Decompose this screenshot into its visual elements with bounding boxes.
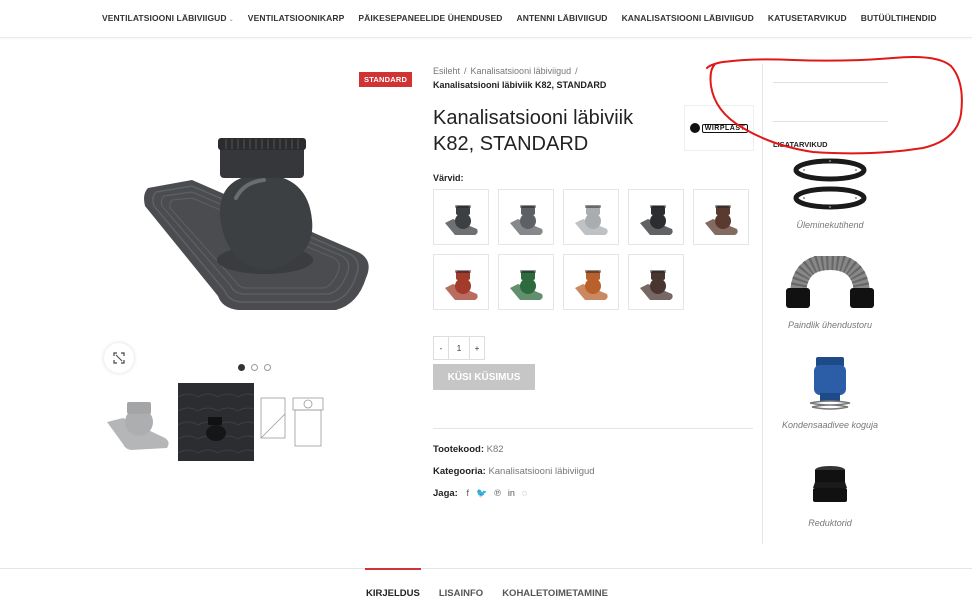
- vent-thumbnail-icon: [445, 270, 478, 300]
- breadcrumb: Esileht / Kanalisatsiooni läbiviigud / Kana…: [433, 66, 606, 90]
- quantity-increase-button[interactable]: +: [469, 336, 485, 360]
- thumbnail-3[interactable]: [256, 383, 332, 461]
- ask-question-button[interactable]: KÜSI KÜSIMUS: [433, 364, 535, 390]
- brand-name: WIRPLAS: [704, 124, 741, 132]
- zoom-button[interactable]: [104, 343, 134, 373]
- color-swatch-silver[interactable]: [563, 189, 619, 245]
- accessory-reducers[interactable]: Reduktorid: [770, 454, 890, 528]
- product-title: Kanalisatsiooni läbiviik K82, STANDARD: [433, 107, 634, 155]
- color-swatch-black[interactable]: [628, 189, 684, 245]
- gallery-thumbnails: [100, 383, 332, 461]
- vent-thumbnail-icon: [510, 270, 543, 300]
- divider: [433, 428, 753, 429]
- nav-item-butyl-seals[interactable]: BUTÜÜLTIHENDID: [861, 13, 937, 23]
- accessory-label[interactable]: Kondensaadivee koguja: [770, 420, 890, 430]
- accessory-label[interactable]: Reduktorid: [770, 518, 890, 528]
- nav-item-sewage[interactable]: KANALISATSIOONI LÄBIVIIGUD: [622, 13, 754, 23]
- brand-logo[interactable]: WIRPLAST: [684, 105, 754, 151]
- nav-item-antenna[interactable]: ANTENNI LÄBIVIIGUD: [517, 13, 608, 23]
- vent-thumbnail-icon: [445, 205, 478, 235]
- sidebar-heading: LISATARVIKUD: [773, 140, 828, 149]
- breadcrumb-current: Kanalisatsiooni läbiviik K82, STANDARD: [433, 80, 607, 90]
- gallery-dots: [238, 364, 271, 371]
- quantity-input[interactable]: 1: [449, 336, 469, 360]
- category-label: Kategooria:: [433, 466, 486, 477]
- nav-item-ventilation-box[interactable]: VENTILATSIOONIKARP: [248, 13, 345, 23]
- breadcrumb-category[interactable]: Kanalisatsiooni läbiviigud: [471, 66, 572, 76]
- product-sku: Tootekood: K82: [433, 444, 504, 455]
- gallery-dot-2[interactable]: [251, 364, 258, 371]
- breadcrumb-separator: /: [464, 66, 467, 76]
- gallery-dot-3[interactable]: [264, 364, 271, 371]
- main-navigation: VENTILATSIOONI LÄBIVIIGUD ⌄ VENTILATSIOON…: [0, 0, 972, 38]
- vent-thumbnail-icon: [575, 270, 608, 300]
- quantity-stepper: - 1 +: [433, 336, 485, 360]
- brand-swoosh-icon: [689, 123, 700, 133]
- product-main-image[interactable]: [140, 128, 375, 318]
- product-share: Jaga: f 🐦 ℗ in ◌: [433, 488, 527, 499]
- twitter-icon[interactable]: 🐦: [476, 488, 487, 499]
- vent-thumbnail-icon: [575, 205, 608, 235]
- sidebar-divider-line: [773, 121, 888, 122]
- breadcrumb-home[interactable]: Esileht: [433, 66, 460, 76]
- tab-shipping[interactable]: KOHALETOIMETAMINE: [502, 588, 608, 599]
- accessory-label[interactable]: Üleminekutihend: [770, 220, 890, 230]
- quantity-decrease-button[interactable]: -: [433, 336, 449, 360]
- category-link[interactable]: Kanalisatsiooni läbiviigud: [488, 466, 594, 477]
- sidebar-divider: [762, 64, 763, 544]
- vent-thumbnail-icon: [510, 205, 543, 235]
- gallery-dot-1[interactable]: [238, 364, 245, 371]
- sku-label: Tootekood:: [433, 444, 485, 455]
- sidebar-divider-line: [773, 82, 888, 83]
- tab-additional-info[interactable]: LISAINFO: [439, 588, 483, 599]
- thumbnail-1[interactable]: [100, 383, 176, 461]
- color-swatch-graphite[interactable]: [433, 189, 489, 245]
- color-swatch-dark-brown[interactable]: [628, 254, 684, 310]
- color-swatch-red[interactable]: [433, 254, 489, 310]
- share-label: Jaga:: [433, 488, 458, 500]
- product-tabs: KIRJELDUS LISAINFO KOHALETOIMETAMINE: [365, 568, 608, 599]
- accessory-condensate-collector[interactable]: Kondensaadivee koguja: [770, 356, 890, 430]
- nav-item-solar-panels[interactable]: PÄIKESEPANEELIDE ÜHENDUSED: [358, 13, 502, 23]
- color-swatch-brown[interactable]: [693, 189, 749, 245]
- chevron-down-icon: ⌄: [228, 17, 234, 23]
- vent-thumbnail-icon: [640, 205, 673, 235]
- facebook-icon[interactable]: f: [466, 488, 469, 499]
- expand-icon: [113, 352, 125, 364]
- colors-label: Värvid:: [433, 173, 464, 183]
- sku-value: K82: [486, 444, 504, 455]
- color-swatch-green[interactable]: [498, 254, 554, 310]
- whatsapp-icon[interactable]: ◌: [522, 488, 527, 499]
- color-swatch-grey[interactable]: [498, 189, 554, 245]
- thumbnail-2[interactable]: [178, 383, 254, 461]
- linkedin-icon[interactable]: in: [508, 488, 515, 499]
- color-swatches: [433, 189, 757, 310]
- accessory-transition-seal[interactable]: Üleminekutihend: [770, 156, 890, 230]
- vent-thumbnail-icon: [705, 205, 738, 235]
- product-category: Kategooria: Kanalisatsiooni läbiviigud: [433, 466, 595, 477]
- accessory-label[interactable]: Paindlik ühendustoru: [770, 320, 890, 330]
- accessory-flexible-pipe[interactable]: Paindlik ühendustoru: [770, 256, 890, 330]
- pinterest-icon[interactable]: ℗: [494, 488, 501, 499]
- nav-item-ventilation[interactable]: VENTILATSIOONI LÄBIVIIGUD ⌄: [102, 13, 234, 23]
- tabs-divider: [0, 568, 972, 569]
- nav-item-roof-accessories[interactable]: KATUSETARVIKUD: [768, 13, 847, 23]
- tab-description[interactable]: KIRJELDUS: [365, 568, 421, 599]
- breadcrumb-separator: /: [575, 66, 578, 76]
- color-swatch-copper[interactable]: [563, 254, 619, 310]
- product-badge: STANDARD: [359, 72, 413, 87]
- brand-name-accent: T: [740, 124, 746, 132]
- vent-thumbnail-icon: [640, 270, 673, 300]
